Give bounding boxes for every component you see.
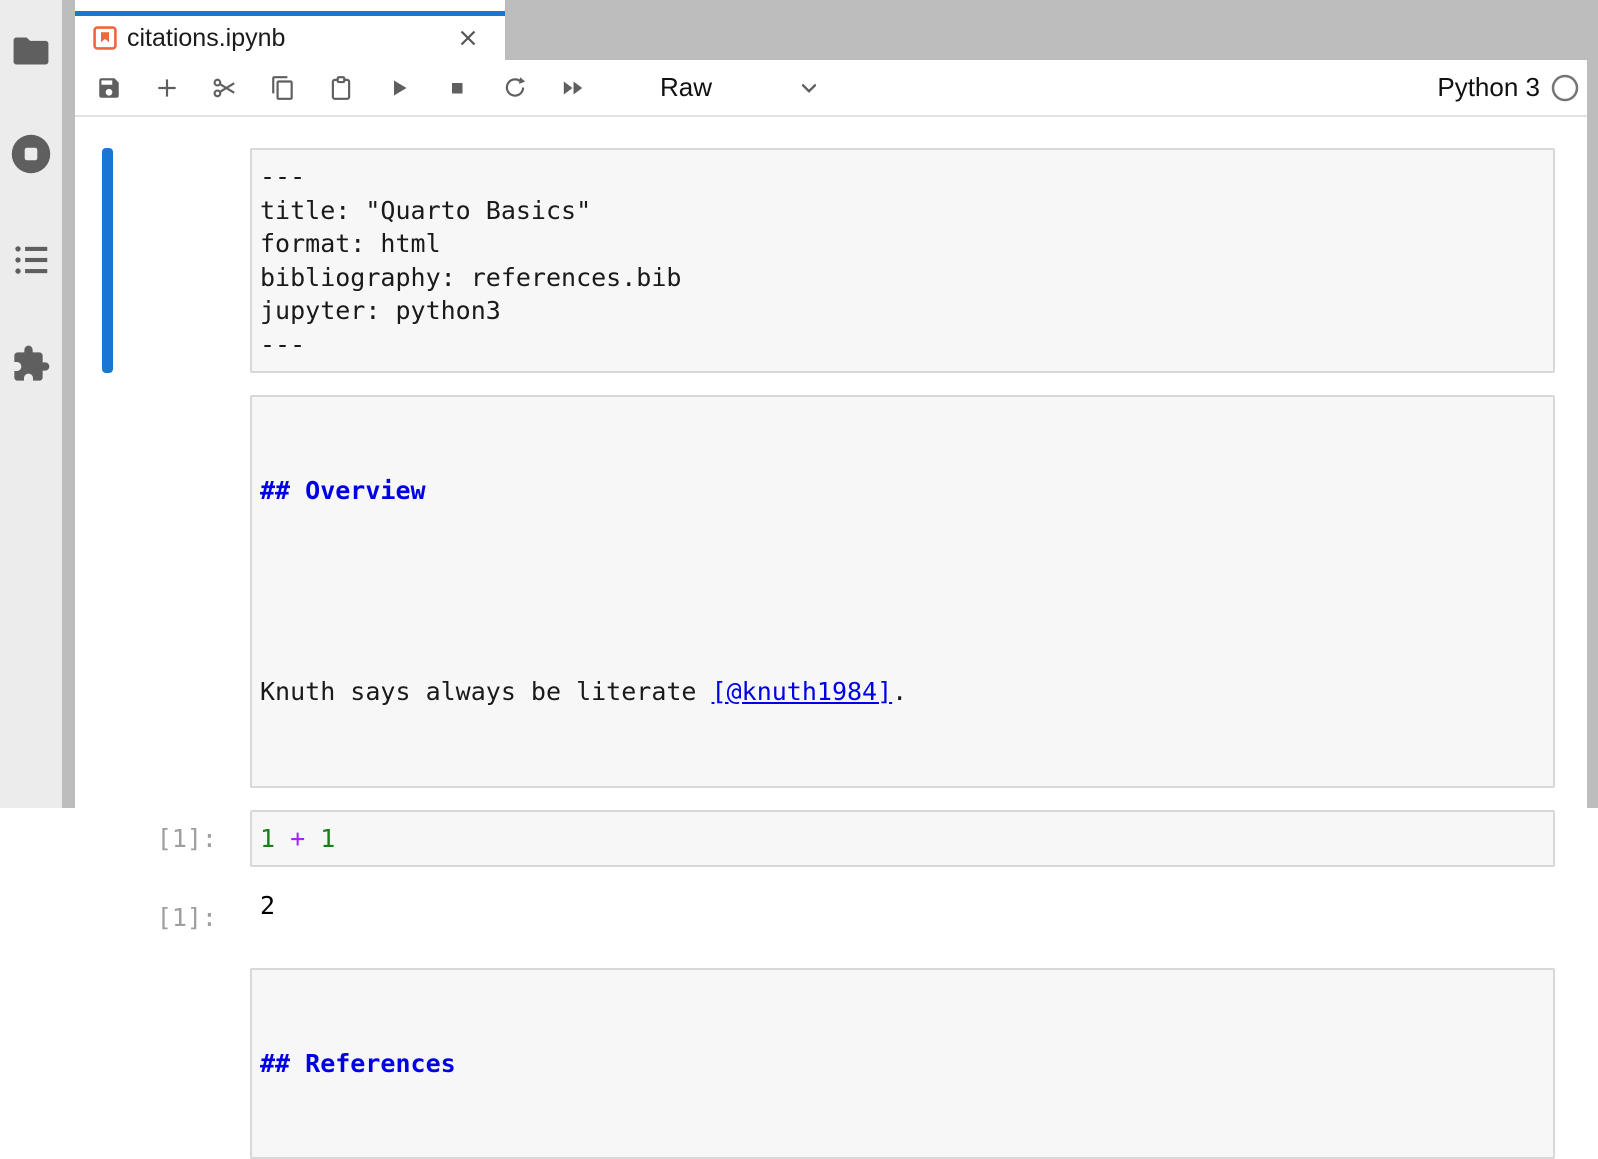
blank-line	[260, 575, 1545, 609]
kernel-indicator: Python 3	[1437, 72, 1580, 103]
code-cell-editor[interactable]: 1 + 1	[250, 810, 1555, 868]
dock-tab-bar: citations.ipynb	[75, 0, 1598, 60]
sidebar-item-extensions[interactable]	[0, 344, 62, 384]
chevron-down-icon	[796, 75, 822, 101]
code-token: +	[290, 824, 305, 853]
paste-icon	[328, 75, 354, 101]
markdown-cell-overview: ## Overview Knuth says always be literat…	[102, 395, 1555, 788]
folder-icon	[12, 35, 50, 67]
notebook-toolbar: Raw Python 3	[75, 60, 1587, 117]
input-prompt	[113, 968, 250, 1159]
input-prompt	[113, 148, 250, 373]
raw-line: ---	[260, 328, 1545, 362]
cut-cells-button[interactable]	[212, 75, 238, 101]
raw-line: bibliography: references.bib	[260, 261, 1545, 295]
tab-title: citations.ipynb	[127, 24, 285, 53]
raw-line: title: "Quarto Basics"	[260, 194, 1545, 228]
code-token: 1	[320, 824, 335, 853]
paragraph-text: .	[892, 677, 907, 706]
raw-line: ---	[260, 160, 1545, 194]
execution-count-prompt: [1]:	[113, 810, 250, 868]
kernel-status-icon	[1550, 73, 1580, 103]
extensions-icon	[10, 344, 52, 384]
run-cell-button[interactable]	[386, 75, 412, 101]
code-token	[275, 824, 290, 853]
cell-collapser[interactable]	[102, 148, 113, 373]
close-icon	[455, 25, 481, 51]
raw-cell-editor[interactable]: ---title: "Quarto Basics"format: htmlbib…	[250, 148, 1555, 373]
insert-cell-button[interactable]	[154, 75, 180, 101]
paragraph-text: Knuth says always be literate	[260, 677, 712, 706]
tab-top-strip	[75, 0, 505, 11]
copy-icon	[270, 75, 296, 101]
sidebar-item-file-browser[interactable]	[0, 35, 62, 67]
tab-citations-ipynb[interactable]: citations.ipynb	[75, 11, 505, 60]
run-icon	[387, 76, 411, 100]
cell-collapser[interactable]	[102, 968, 113, 1159]
cell-collapser[interactable]	[102, 395, 113, 788]
markdown-cell-references: ## References	[102, 968, 1555, 1159]
toc-icon	[13, 243, 49, 277]
paste-cells-button[interactable]	[328, 75, 354, 101]
cell-collapser[interactable]	[102, 810, 113, 868]
scrollbar[interactable]	[1587, 60, 1598, 808]
sidebar-divider	[62, 0, 75, 808]
cell-type-value: Raw	[660, 72, 712, 103]
output-value: 2	[250, 889, 1555, 935]
markdown-heading: ## Overview	[260, 474, 1545, 508]
cell-type-dropdown[interactable]: Raw	[660, 72, 822, 103]
save-icon	[96, 75, 122, 101]
raw-line: jupyter: python3	[260, 294, 1545, 328]
raw-cell: ---title: "Quarto Basics"format: htmlbib…	[102, 148, 1555, 373]
markdown-cell-editor[interactable]: ## References	[250, 968, 1555, 1159]
input-prompt	[113, 395, 250, 788]
markdown-paragraph: Knuth says always be literate [@knuth198…	[260, 675, 1545, 709]
notebook-panel: ---title: "Quarto Basics"format: htmlbib…	[75, 117, 1587, 808]
restart-icon	[502, 74, 528, 101]
code-token: 1	[260, 824, 275, 853]
citation-link[interactable]: [@knuth1984]	[712, 677, 893, 706]
restart-run-all-button[interactable]	[560, 75, 586, 101]
raw-line: format: html	[260, 227, 1545, 261]
interrupt-kernel-button[interactable]	[444, 75, 470, 101]
output-area: [1]: 2	[102, 889, 1555, 935]
output-prompt: [1]:	[113, 889, 250, 935]
save-button[interactable]	[96, 75, 122, 101]
markdown-cell-editor[interactable]: ## Overview Knuth says always be literat…	[250, 395, 1555, 788]
notebook-icon	[93, 26, 117, 50]
kernel-name[interactable]: Python 3	[1437, 72, 1540, 103]
fast-forward-icon	[560, 74, 586, 102]
cut-icon	[212, 74, 238, 102]
copy-cells-button[interactable]	[270, 75, 296, 101]
sidebar-item-table-of-contents[interactable]	[0, 243, 62, 277]
code-cell: [1]: 1 + 1	[102, 810, 1555, 868]
restart-kernel-button[interactable]	[502, 75, 528, 101]
running-icon	[10, 133, 52, 175]
sidebar-item-running-sessions[interactable]	[0, 133, 62, 175]
output-collapser[interactable]	[102, 889, 113, 935]
jupyterlab-window: citations.ipynb	[0, 0, 1598, 808]
stop-icon	[445, 76, 469, 100]
code-token	[305, 824, 320, 853]
markdown-heading: ## References	[260, 1047, 1545, 1081]
plus-icon	[154, 75, 180, 101]
activity-sidebar	[0, 0, 62, 808]
code-line: 1 + 1	[260, 824, 335, 853]
close-tab-button[interactable]	[453, 23, 483, 53]
